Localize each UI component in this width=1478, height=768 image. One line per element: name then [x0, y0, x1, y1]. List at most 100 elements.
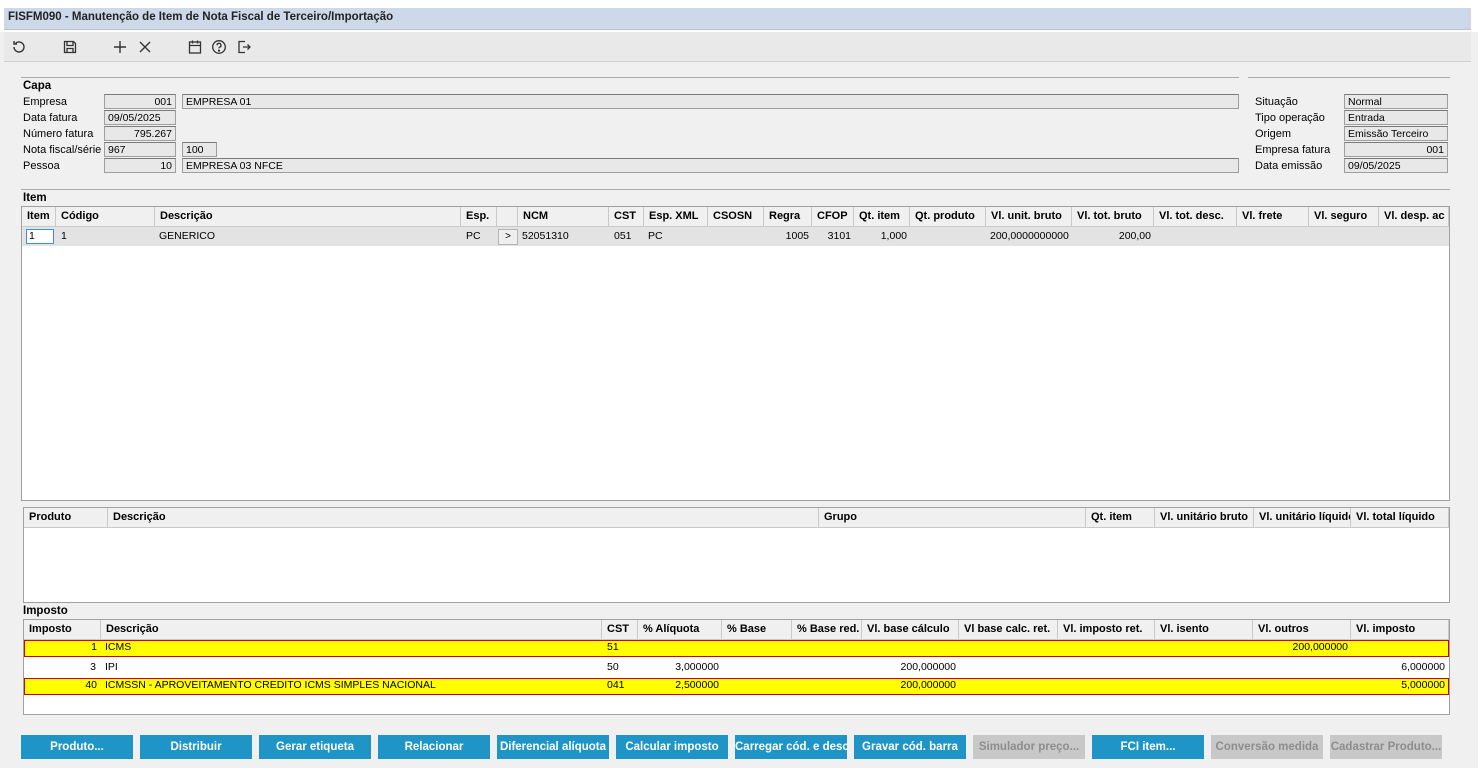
item-grid[interactable]: Item Código Descrição Esp. NCM CST Esp. … — [21, 206, 1450, 501]
relacionar-button[interactable]: Relacionar — [378, 735, 490, 759]
origem-label: Origem — [1255, 128, 1292, 140]
table-row[interactable]: 1 ICMS 51 200,000000 — [24, 640, 1449, 657]
imposto-grid[interactable]: Imposto Descrição CST % Alíquota % Base … — [23, 619, 1450, 715]
col-header[interactable]: CST — [609, 207, 644, 227]
item-title: Item — [23, 192, 47, 204]
aliquota-cell: 3,000000 — [675, 661, 719, 673]
col-header[interactable]: % Base — [722, 620, 792, 640]
col-header[interactable]: Vl. outros — [1253, 620, 1351, 640]
exit-icon[interactable] — [235, 38, 253, 56]
col-header[interactable]: Regra — [764, 207, 812, 227]
col-header[interactable]: NCM — [518, 207, 609, 227]
col-header[interactable]: Qt. item — [1086, 508, 1155, 528]
title-bar: FISFM090 - Manutenção de Item de Nota Fi… — [0, 0, 1478, 32]
col-header[interactable]: Vl. desp. ac — [1379, 207, 1449, 227]
col-header[interactable]: Vl. imposto — [1351, 620, 1449, 640]
empresa-label: Empresa — [23, 96, 68, 108]
col-header[interactable]: Descrição — [155, 207, 461, 227]
col-header[interactable]: Vl. unitário bruto — [1155, 508, 1254, 528]
help-icon[interactable] — [210, 38, 228, 56]
refresh-icon[interactable] — [10, 38, 28, 56]
item-number-input[interactable]: 1 — [26, 229, 54, 244]
item-detail-button[interactable]: > — [498, 229, 518, 245]
save-icon[interactable] — [61, 38, 79, 56]
table-row[interactable]: 3 IPI 50 3,000000 200,000000 6,000000 — [24, 658, 1449, 677]
col-header[interactable]: CST — [602, 620, 638, 640]
gerar-etiqueta-button[interactable]: Gerar etiqueta — [259, 735, 371, 759]
qt-produto-cell — [910, 227, 986, 230]
carregar-cod-desc-button[interactable]: Carregar cód. e desc. — [735, 735, 847, 759]
col-header[interactable]: Vl. total líquido — [1351, 508, 1449, 528]
col-header[interactable]: Vl. seguro — [1309, 207, 1379, 227]
tipo-operacao-field: Entrada — [1344, 110, 1448, 125]
csosn-cell — [708, 227, 764, 230]
base-calculo-cell: 200,000000 — [900, 679, 956, 691]
regra-cell: 1005 — [785, 230, 809, 242]
col-header[interactable]: % Base red. — [792, 620, 862, 640]
diferencial-aliquota-button[interactable]: Diferencial alíquota — [497, 735, 609, 759]
cadastrar-produto-button: Cadastrar Produto... — [1330, 735, 1442, 759]
simulador-preco-button: Simulador preço... — [973, 735, 1085, 759]
window-title: FISFM090 - Manutenção de Item de Nota Fi… — [4, 8, 1471, 30]
cfop-cell: 3101 — [827, 230, 851, 242]
col-header[interactable]: Vl. tot. bruto — [1072, 207, 1154, 227]
col-header[interactable] — [497, 207, 518, 227]
vl-seguro-cell — [1309, 227, 1379, 230]
col-header[interactable]: Qt. item — [854, 207, 910, 227]
col-header[interactable]: CSOSN — [708, 207, 764, 227]
col-header[interactable]: Vl. tot. desc. — [1154, 207, 1237, 227]
imposto-cell: 1 — [91, 641, 97, 653]
descricao-cell: IPI — [105, 661, 118, 673]
table-row[interactable]: 40 ICMSSN - APROVEITAMENTO CREDITO ICMS … — [24, 678, 1449, 695]
delete-icon[interactable] — [136, 38, 154, 56]
data-fatura-field[interactable]: 09/05/2025 — [104, 110, 176, 125]
calcular-imposto-button[interactable]: Calcular imposto — [616, 735, 728, 759]
produto-button[interactable]: Produto... — [21, 735, 133, 759]
conversao-medida-button: Conversão medida — [1211, 735, 1323, 759]
col-header[interactable]: Vl. frete — [1237, 207, 1309, 227]
col-header[interactable]: Grupo — [819, 508, 1086, 528]
base-calculo-cell: 200,000000 — [900, 661, 956, 673]
vl-desp-cell — [1379, 227, 1449, 230]
distribuir-button[interactable]: Distribuir — [140, 735, 252, 759]
col-header[interactable]: Vl. unit. bruto — [986, 207, 1072, 227]
col-header[interactable]: Esp. — [461, 207, 497, 227]
col-header[interactable]: Código — [56, 207, 155, 227]
col-header[interactable]: Esp. XML — [644, 207, 708, 227]
data-emissao-field: 09/05/2025 — [1344, 158, 1448, 173]
cst-cell: 50 — [607, 661, 619, 673]
calendar-icon[interactable] — [186, 38, 204, 56]
data-emissao-label: Data emissão — [1255, 160, 1323, 172]
col-header[interactable]: Vl. unitário líquido — [1254, 508, 1351, 528]
produto-grid[interactable]: Produto Descrição Grupo Qt. item Vl. uni… — [23, 507, 1450, 603]
situacao-field: Normal — [1344, 94, 1448, 109]
status-separator — [1248, 77, 1450, 78]
col-header[interactable]: Descrição — [108, 508, 819, 528]
gravar-cod-barra-button[interactable]: Gravar cód. barra — [854, 735, 966, 759]
col-header[interactable]: Descrição — [101, 620, 602, 640]
ncm-cell: 52051310 — [522, 230, 569, 242]
serie-field[interactable]: 100 — [182, 142, 217, 157]
capa-separator — [21, 77, 1239, 78]
col-header[interactable]: Vl base calc. ret. — [959, 620, 1058, 640]
col-header[interactable]: Vl. imposto ret. — [1058, 620, 1155, 640]
numero-fatura-field[interactable]: 795.267 — [104, 126, 176, 141]
col-header[interactable]: Produto — [24, 508, 108, 528]
tipo-operacao-label: Tipo operação — [1255, 112, 1325, 124]
col-header[interactable]: Item — [22, 207, 56, 227]
col-header[interactable]: Vl. base cálculo — [862, 620, 959, 640]
col-header[interactable]: CFOP — [812, 207, 854, 227]
col-header[interactable]: Qt. produto — [910, 207, 986, 227]
nota-fiscal-field[interactable]: 967 — [104, 142, 176, 157]
empresa-name-field: EMPRESA 01 — [182, 94, 1239, 109]
data-fatura-label: Data fatura — [23, 112, 78, 124]
col-header[interactable]: Vl. isento — [1155, 620, 1253, 640]
vl-outros-cell: 200,000000 — [1292, 641, 1348, 653]
col-header[interactable]: Imposto — [24, 620, 101, 640]
col-header[interactable]: % Alíquota — [638, 620, 722, 640]
table-row[interactable]: 1 1 GENERICO PC > 52051310 051 PC 1005 3… — [22, 227, 1449, 246]
add-icon[interactable] — [111, 38, 129, 56]
empresa-code-field[interactable]: 001 — [104, 94, 176, 109]
pessoa-code-field[interactable]: 10 — [104, 158, 176, 173]
fci-item-button[interactable]: FCI item... — [1092, 735, 1204, 759]
